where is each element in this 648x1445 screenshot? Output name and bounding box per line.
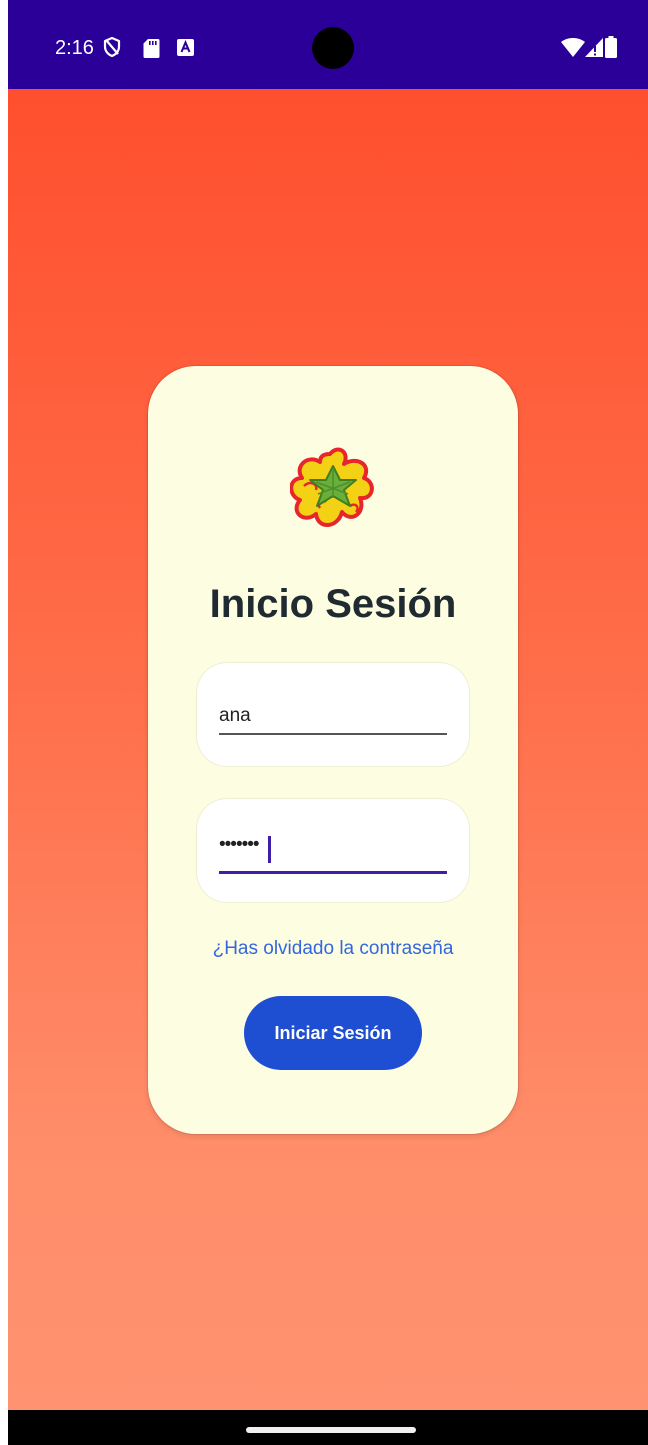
username-underline xyxy=(219,733,447,735)
status-bar: 2:16 xyxy=(8,0,648,89)
navigation-bar xyxy=(8,1410,648,1445)
front-camera-cutout xyxy=(312,27,354,69)
status-time: 2:16 xyxy=(55,37,94,59)
battery-icon xyxy=(605,36,617,58)
star-fruit-logo-icon xyxy=(290,447,374,527)
password-underline xyxy=(219,871,447,874)
a-badge-icon xyxy=(177,39,194,56)
password-field[interactable]: ••••••• xyxy=(197,799,469,902)
text-cursor xyxy=(268,836,271,863)
login-card: Inicio Sesión ana ••••••• ¿Has olvidado … xyxy=(148,366,518,1134)
shield-slash-icon xyxy=(103,36,121,58)
login-button[interactable]: Iniciar Sesión xyxy=(244,996,422,1070)
sd-card-icon xyxy=(143,39,160,58)
phone-screen: 2:16 Inicio Sesión ana ••••••• ¿Has olvi… xyxy=(8,0,648,1445)
username-field[interactable]: ana xyxy=(197,663,469,766)
home-indicator[interactable] xyxy=(246,1427,416,1433)
wifi-icon xyxy=(561,38,585,57)
cellular-signal-icon xyxy=(585,38,603,57)
forgot-password-link[interactable]: ¿Has olvidado la contraseña xyxy=(148,938,518,960)
page-title: Inicio Sesión xyxy=(209,582,457,626)
username-value: ana xyxy=(219,705,251,726)
password-mask: ••••••• xyxy=(219,834,260,855)
